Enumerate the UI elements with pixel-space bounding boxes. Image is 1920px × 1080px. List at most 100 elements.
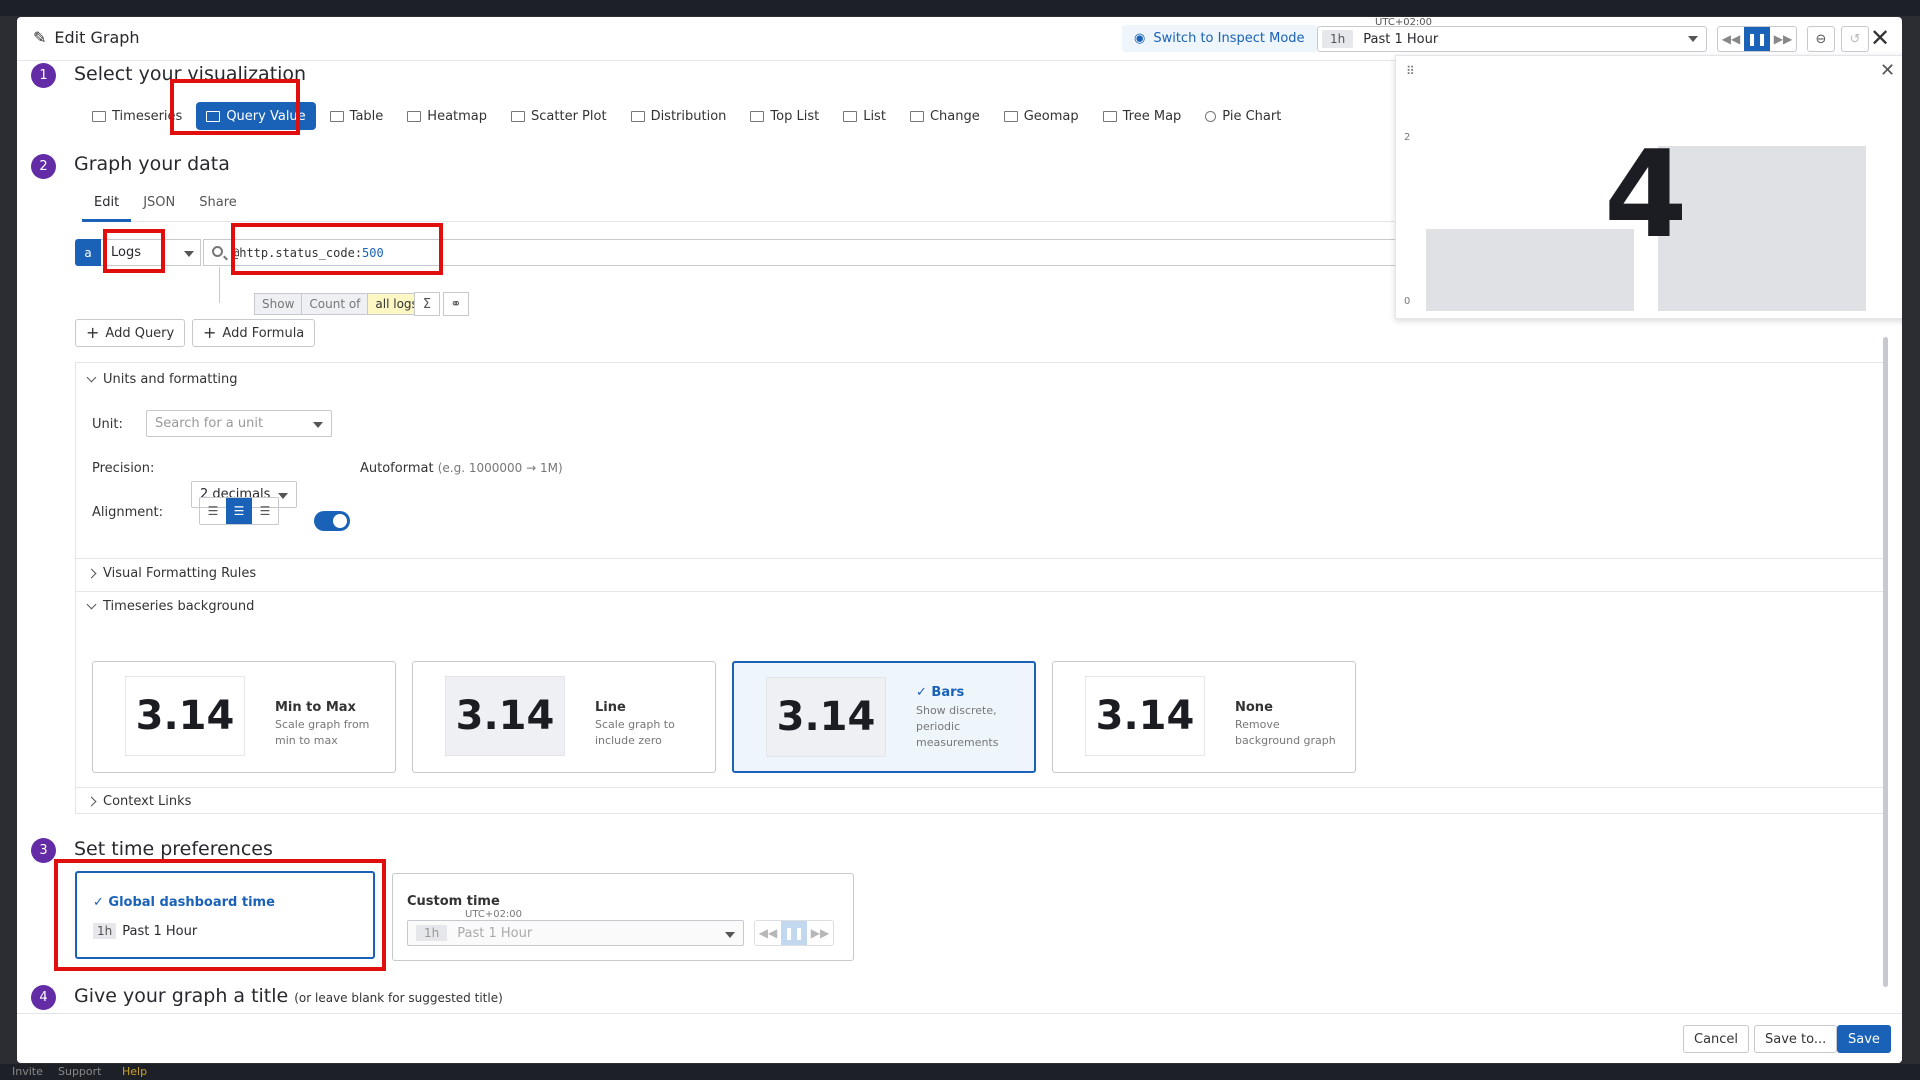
precision-label: Precision: [92,461,155,476]
add-query-label: Add Query [105,325,175,341]
units-section-toggle[interactable]: Units and formatting [86,372,238,387]
chevron-down-icon [725,932,735,938]
viz-label: Geomap [1023,108,1079,124]
bg-thumb: 3.14 [125,676,245,756]
query-letter: a [75,239,101,266]
fast-forward-icon[interactable]: ▶▶ [1770,27,1796,51]
bg-name: Line [595,700,626,715]
custom-time-select[interactable]: 1h Past 1 Hour [407,920,744,946]
cancel-button[interactable]: Cancel [1683,1025,1750,1053]
step-4-hint: (or leave blank for suggested title) [294,991,503,1005]
chevron-right-icon [86,796,97,807]
tab-share[interactable]: Share [187,195,249,221]
change-icon [909,110,924,122]
preview-y-top: 2 [1404,132,1411,143]
bg-option-bars[interactable]: 3.14 ✓ Bars Show discrete, periodic meas… [732,661,1036,773]
viz-list[interactable]: List [833,102,896,130]
units-section-title: Units and formatting [103,372,238,387]
autoformat-text: Autoformat (e.g. 1000000 → 1M) [360,461,563,476]
rewind-icon[interactable]: ◀◀ [755,921,781,945]
save-to-button[interactable]: Save to... [1754,1025,1838,1053]
custom-time-card[interactable]: Custom time UTC+02:00 1h Past 1 Hour ◀◀ … [392,873,854,961]
viz-label: List [863,108,886,124]
alignment-label: Alignment: [92,505,163,520]
viz-top-list[interactable]: Top List [740,102,829,130]
highlight-box [54,859,386,971]
aggregation-selector[interactable]: Show Count of all logs [254,293,426,315]
graph-preview: ⠿ ✕ 2 0 4 [1395,55,1902,319]
highlight-box [103,229,165,273]
tab-edit[interactable]: Edit [82,195,132,222]
viz-geomap[interactable]: Geomap [994,102,1089,130]
playback-controls: ◀◀ ❚❚ ▶▶ [1717,26,1797,52]
help-link[interactable]: Help [122,1065,147,1078]
context-links-title: Context Links [103,794,192,809]
step-3-title: Set time preferences [74,838,273,860]
align-center-icon[interactable]: ☰ [226,498,252,524]
bg-option-min-to-max[interactable]: 3.14 Min to Max Scale graph from min to … [92,661,396,773]
fast-forward-icon[interactable]: ▶▶ [807,921,833,945]
count-of-label[interactable]: Count of [302,294,369,314]
inspect-label: Switch to Inspect Mode [1153,31,1305,46]
check-icon: ✓ [916,685,932,700]
viz-label: Change [929,108,980,124]
viz-label: Heatmap [427,108,488,124]
modal-title: ✎ Edit Graph [33,28,140,47]
add-query-button[interactable]: + Add Query [75,319,186,347]
rewind-icon[interactable]: ◀◀ [1718,27,1744,51]
modal-title-text: Edit Graph [54,28,140,47]
close-preview-icon[interactable]: ✕ [1880,60,1895,81]
bg-desc: Scale graph to include zero [595,718,675,747]
viz-label: Distribution [650,108,727,124]
top-list-icon [750,110,765,122]
bg-option-line[interactable]: 3.14 Line Scale graph to include zero [412,661,716,773]
drag-handle-icon[interactable]: ⠿ [1406,64,1415,78]
preview-y-bottom: 0 [1404,296,1411,307]
geomap-icon [1003,110,1018,122]
highlight-box [170,79,300,135]
viz-label: Table [349,108,384,124]
plus-icon: + [203,323,217,342]
align-right-icon[interactable]: ☰ [252,498,278,524]
scatter-plot-icon [511,110,526,122]
viz-label: Scatter Plot [531,108,607,124]
tab-json[interactable]: JSON [131,195,187,221]
reset-icon[interactable]: ↺ [1841,26,1869,52]
custom-playback-controls: ◀◀ ❚❚ ▶▶ [754,920,834,946]
pause-icon[interactable]: ❚❚ [1744,27,1770,51]
align-left-icon[interactable]: ☰ [200,498,226,524]
unit-select[interactable]: Search for a unit [146,410,332,437]
custom-time-pill: 1h [416,925,448,941]
chevron-down-icon [86,372,97,383]
viz-tree-map[interactable]: Tree Map [1093,102,1192,130]
scrollbar[interactable] [1883,337,1888,987]
autoformat-label: Autoformat [360,461,434,476]
time-pill: 1h [1322,30,1354,48]
formula-icon[interactable]: ⚭ [443,292,469,316]
zoom-out-icon[interactable]: ⊖ [1807,26,1835,52]
pause-icon[interactable]: ❚❚ [781,921,807,945]
viz-distribution[interactable]: Distribution [621,102,737,130]
save-button[interactable]: Save [1837,1025,1891,1053]
bg-option-none[interactable]: 3.14 None Remove background graph [1052,661,1356,773]
add-formula-button[interactable]: + Add Formula [192,319,316,347]
close-icon[interactable]: ✕ [1870,25,1890,51]
viz-table[interactable]: Table [320,102,394,130]
support-link[interactable]: Support [58,1065,101,1078]
invite-link[interactable]: Invite [12,1065,43,1078]
viz-change[interactable]: Change [900,102,990,130]
context-links-section-toggle[interactable]: Context Links [86,794,192,809]
bg-name-selected: ✓ Bars [916,685,964,700]
alignment-group: ☰ ☰ ☰ [199,497,279,525]
switch-inspect-mode-button[interactable]: ◉ Switch to Inspect Mode [1122,25,1317,52]
time-range-selector[interactable]: 1h Past 1 Hour [1317,26,1707,52]
sigma-icon[interactable]: Σ [414,292,440,316]
timeseries-bg-section-toggle[interactable]: Timeseries background [86,599,254,614]
background-bottom-bar: Invite Support Help [0,1064,1920,1080]
viz-scatter-plot[interactable]: Scatter Plot [501,102,617,130]
autoformat-toggle[interactable] [314,511,350,531]
options-panel: Units and formatting Unit: Search for a … [75,362,1885,814]
viz-heatmap[interactable]: Heatmap [397,102,497,130]
viz-pie-chart[interactable]: Pie Chart [1195,102,1291,130]
visual-rules-section-toggle[interactable]: Visual Formatting Rules [86,566,256,581]
